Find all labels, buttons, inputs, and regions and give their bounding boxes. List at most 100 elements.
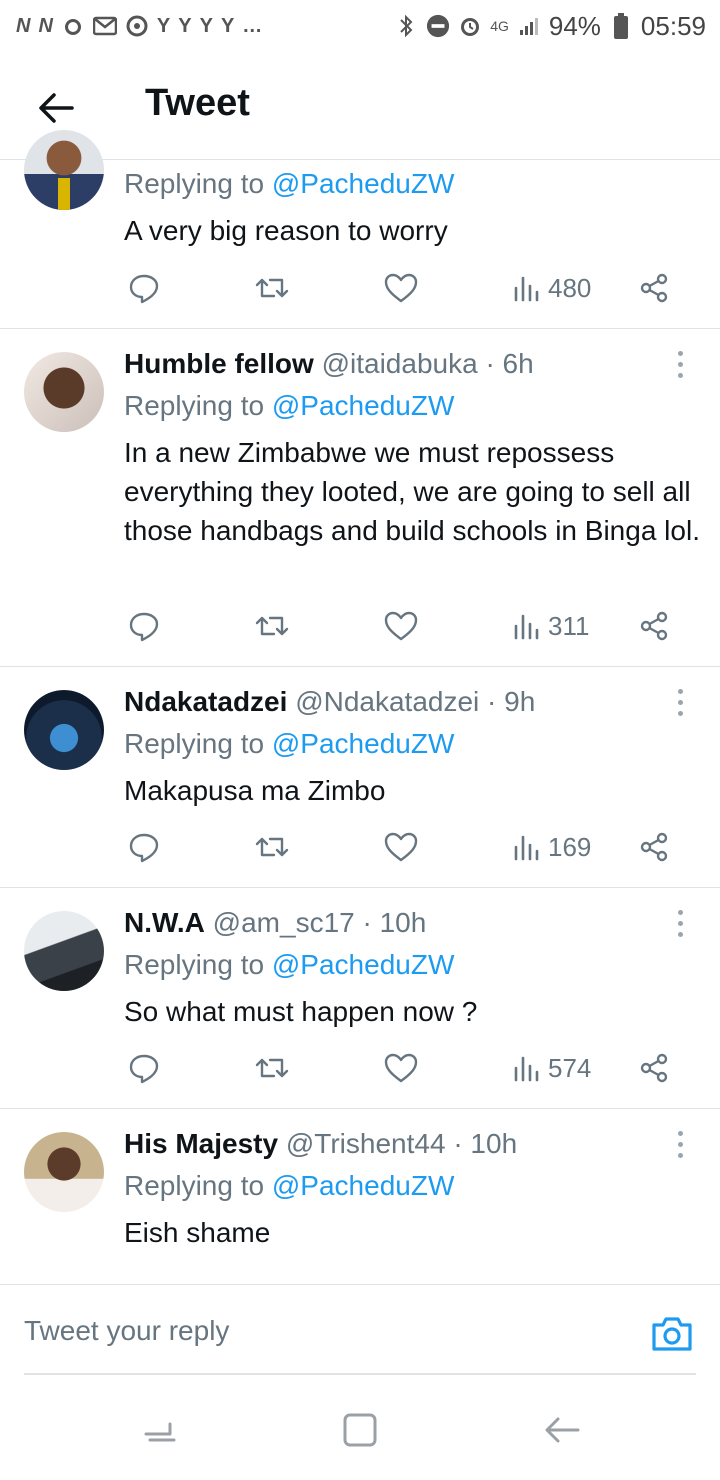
replying-to-line: Replying to @PacheduZW xyxy=(124,390,454,422)
more-options-button[interactable] xyxy=(668,682,692,722)
reply-icon xyxy=(129,1054,159,1084)
network-type: 4G xyxy=(490,18,509,34)
like-button[interactable] xyxy=(384,268,418,308)
alarm-icon xyxy=(61,15,85,37)
share-button[interactable] xyxy=(638,606,670,646)
share-button[interactable] xyxy=(638,268,670,308)
share-button[interactable] xyxy=(638,1048,670,1088)
n-icon: N xyxy=(38,14,53,37)
header-divider xyxy=(0,159,720,160)
reply-icon xyxy=(129,274,159,304)
views-icon xyxy=(514,276,539,302)
like-button[interactable] xyxy=(384,827,418,867)
user-handle[interactable]: @am_sc17 xyxy=(213,907,355,938)
replying-to-link[interactable]: @PacheduZW xyxy=(272,949,455,980)
display-name[interactable]: Humble fellow xyxy=(124,348,314,379)
camera-button[interactable] xyxy=(650,1313,694,1353)
battery-icon xyxy=(609,13,633,39)
arrow-left-icon xyxy=(545,1417,580,1443)
tweet-time: · 9h xyxy=(487,686,536,717)
home-icon xyxy=(343,1413,377,1447)
more-options-button[interactable] xyxy=(668,344,692,384)
arrow-left-icon xyxy=(39,93,74,123)
replying-to-link[interactable]: @PacheduZW xyxy=(272,168,455,199)
views-button[interactable]: 169 xyxy=(512,827,591,867)
replying-label: Replying to xyxy=(124,728,265,759)
status-bar-notifications: N N Y Y Y Y … xyxy=(16,15,262,38)
avatar[interactable] xyxy=(24,690,104,770)
share-button[interactable] xyxy=(638,827,670,867)
tweet-time: · 10h xyxy=(453,1128,518,1159)
avatar[interactable] xyxy=(24,130,104,210)
tweet-text: In a new Zimbabwe we must repossess ever… xyxy=(124,437,700,546)
replying-to-line: Replying to @PacheduZW xyxy=(124,728,454,760)
reply-button[interactable] xyxy=(128,606,160,646)
display-name[interactable]: His Majesty xyxy=(124,1128,278,1159)
views-button[interactable]: 574 xyxy=(512,1048,591,1088)
like-button[interactable] xyxy=(384,1048,418,1088)
tweet-divider xyxy=(0,666,720,667)
tweet-text: A very big reason to worry xyxy=(124,215,448,246)
reply-button[interactable] xyxy=(128,1048,160,1088)
back-nav-button[interactable] xyxy=(542,1410,582,1450)
replying-label: Replying to xyxy=(124,168,265,199)
heart-icon xyxy=(384,832,418,862)
avatar[interactable] xyxy=(24,911,104,991)
alarm-icon xyxy=(458,15,482,37)
page-title: Tweet xyxy=(145,82,250,124)
more-options-button[interactable] xyxy=(668,1124,692,1164)
views-count: 311 xyxy=(548,610,590,641)
tweet-header: N.W.A @am_sc17 · 10h xyxy=(124,907,426,939)
user-handle[interactable]: @Trishent44 xyxy=(286,1128,446,1159)
like-button[interactable] xyxy=(384,606,418,646)
status-bar: N N Y Y Y Y … 4G 94% 05:59 xyxy=(0,0,720,52)
retweet-icon xyxy=(255,278,289,298)
recent-apps-icon xyxy=(144,1422,176,1442)
retweet-icon xyxy=(255,1058,289,1078)
replying-label: Replying to xyxy=(124,1170,265,1201)
views-button[interactable]: 311 xyxy=(512,606,589,646)
tweet-header: His Majesty @Trishent44 · 10h xyxy=(124,1128,517,1160)
display-name[interactable]: Ndakatadzei xyxy=(124,686,287,717)
replying-to-link[interactable]: @PacheduZW xyxy=(272,1170,455,1201)
tweet-actions: 169 xyxy=(124,827,684,867)
replying-to-link[interactable]: @PacheduZW xyxy=(272,390,455,421)
share-icon xyxy=(640,273,668,303)
tweet-text: So what must happen now ? xyxy=(124,996,478,1027)
reply-button[interactable] xyxy=(128,827,160,867)
display-name[interactable]: N.W.A xyxy=(124,907,205,938)
user-handle[interactable]: @itaidabuka xyxy=(322,348,478,379)
retweet-button[interactable] xyxy=(254,1048,290,1088)
y-icon: Y xyxy=(156,14,171,37)
replying-to-line: Replying to @PacheduZW xyxy=(124,949,454,981)
tweet-text: Eish shame xyxy=(124,1217,271,1248)
tweet-time: · 6h xyxy=(485,348,534,379)
avatar[interactable] xyxy=(24,1132,104,1212)
tweet-text: Makapusa ma Zimbo xyxy=(124,775,386,806)
retweet-button[interactable] xyxy=(254,827,290,867)
reply-input[interactable]: Tweet your reply xyxy=(24,1315,229,1347)
composer-underline xyxy=(24,1373,696,1375)
tweet-header: Ndakatadzei @Ndakatadzei · 9h xyxy=(124,686,535,718)
back-button[interactable] xyxy=(34,86,78,130)
retweet-button[interactable] xyxy=(254,606,290,646)
chrome-icon xyxy=(125,15,149,37)
y-icon: Y xyxy=(220,14,235,37)
recent-apps-button[interactable] xyxy=(140,1410,180,1450)
gmail-icon xyxy=(92,15,117,37)
system-nav-bar xyxy=(0,1380,720,1480)
more-options-button[interactable] xyxy=(668,903,692,943)
replying-to-link[interactable]: @PacheduZW xyxy=(272,728,455,759)
user-handle[interactable]: @Ndakatadzei xyxy=(295,686,479,717)
views-button[interactable]: 480 xyxy=(512,268,591,308)
battery-percent: 94% xyxy=(548,10,601,41)
retweet-button[interactable] xyxy=(254,268,290,308)
views-icon xyxy=(514,835,539,861)
replying-label: Replying to xyxy=(124,949,265,980)
tweet-actions: 574 xyxy=(124,1048,684,1088)
n-icon: N xyxy=(16,14,31,37)
avatar[interactable] xyxy=(24,352,104,432)
reply-button[interactable] xyxy=(128,268,160,308)
home-button[interactable] xyxy=(340,1410,380,1450)
app-header: Tweet xyxy=(0,56,720,160)
